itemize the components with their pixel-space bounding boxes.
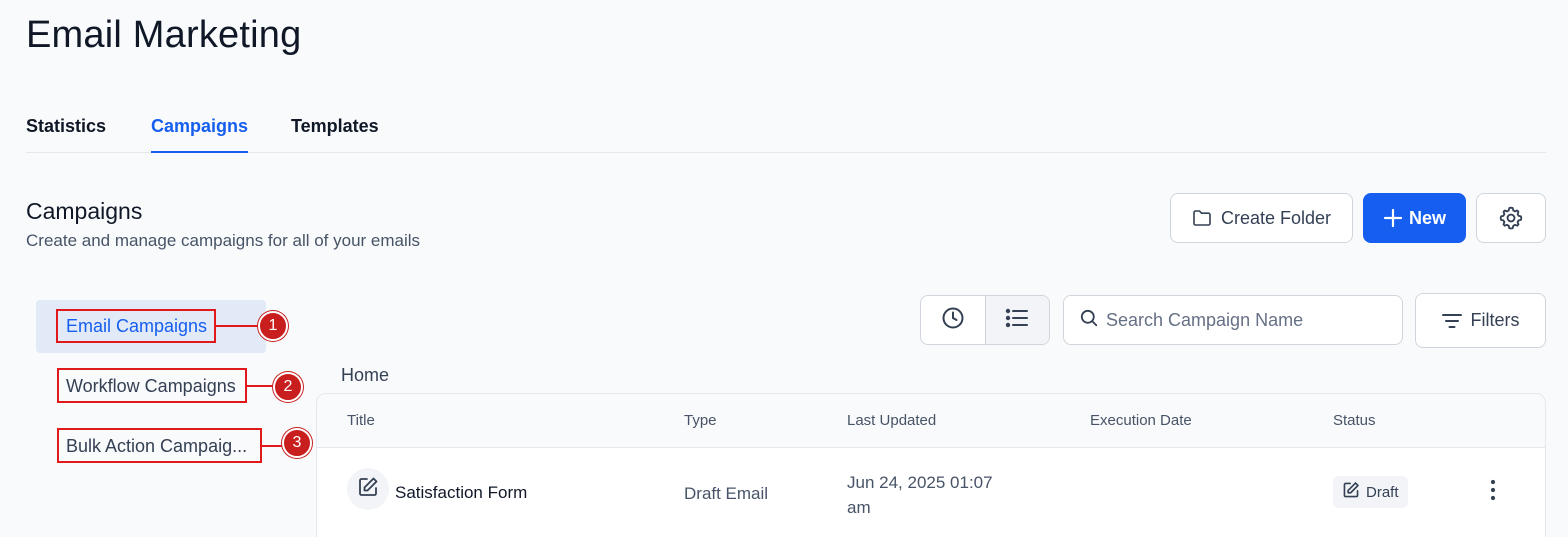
row-last-updated-date: Jun 24, 2025 01:07 [847,473,993,492]
campaigns-table: Title Type Last Updated Execution Date S… [316,393,1546,537]
folder-icon [1192,209,1212,227]
column-status[interactable]: Status [1333,412,1376,429]
page-title: Email Marketing [26,14,302,56]
column-title[interactable]: Title [347,412,375,429]
row-last-updated-time: am [847,498,871,517]
column-execution-date[interactable]: Execution Date [1090,412,1192,429]
edit-icon [1342,481,1360,503]
recent-view-button[interactable] [921,296,985,344]
filters-label: Filters [1470,310,1520,330]
plus-icon [1383,208,1403,228]
list-icon [1005,308,1029,333]
table-header: Title Type Last Updated Execution Date S… [317,394,1545,448]
gear-icon [1498,205,1524,231]
new-button[interactable]: New [1363,193,1466,243]
callout-box-3 [57,428,262,463]
row-title[interactable]: Satisfaction Form [395,483,527,503]
tab-campaigns[interactable]: Campaigns [151,116,249,153]
clock-icon [941,306,965,335]
filter-icon [1441,313,1462,329]
list-view-button[interactable] [984,296,1049,344]
row-avatar [347,468,389,510]
breadcrumb[interactable]: Home [341,365,389,386]
row-last-updated: Jun 24, 2025 01:07 am [847,470,993,520]
callout-badge-2: 2 [273,372,303,402]
view-toggle [920,295,1050,345]
callout-line-2 [247,385,273,387]
callout-badge-1: 1 [258,311,288,341]
tab-templates[interactable]: Templates [291,116,379,151]
tab-bar: Statistics Campaigns Templates [26,104,1546,153]
new-label: New [1408,207,1446,228]
row-type: Draft Email [684,484,769,503]
callout-box-1 [56,309,216,343]
column-type[interactable]: Type [684,412,717,429]
search-icon [1080,309,1098,332]
status-label: Draft [1366,483,1399,501]
kebab-menu-icon [1490,479,1496,506]
settings-button[interactable] [1476,193,1546,243]
edit-icon [357,476,379,503]
search-box [1063,295,1403,345]
status-badge: Draft [1333,476,1408,508]
create-folder-button[interactable]: Create Folder [1170,193,1353,243]
section-subtitle: Create and manage campaigns for all of y… [26,231,421,250]
callout-line-1 [216,325,258,327]
callout-box-2 [57,368,247,403]
callout-badge-3: 3 [282,428,312,458]
search-input[interactable] [1106,309,1386,331]
filters-button[interactable]: Filters [1415,293,1546,348]
row-actions-button[interactable] [1481,479,1505,506]
create-folder-label: Create Folder [1220,207,1332,228]
callout-line-3 [262,445,282,447]
tab-statistics[interactable]: Statistics [26,116,106,151]
section-title: Campaigns [26,198,143,224]
column-last-updated[interactable]: Last Updated [847,412,936,429]
